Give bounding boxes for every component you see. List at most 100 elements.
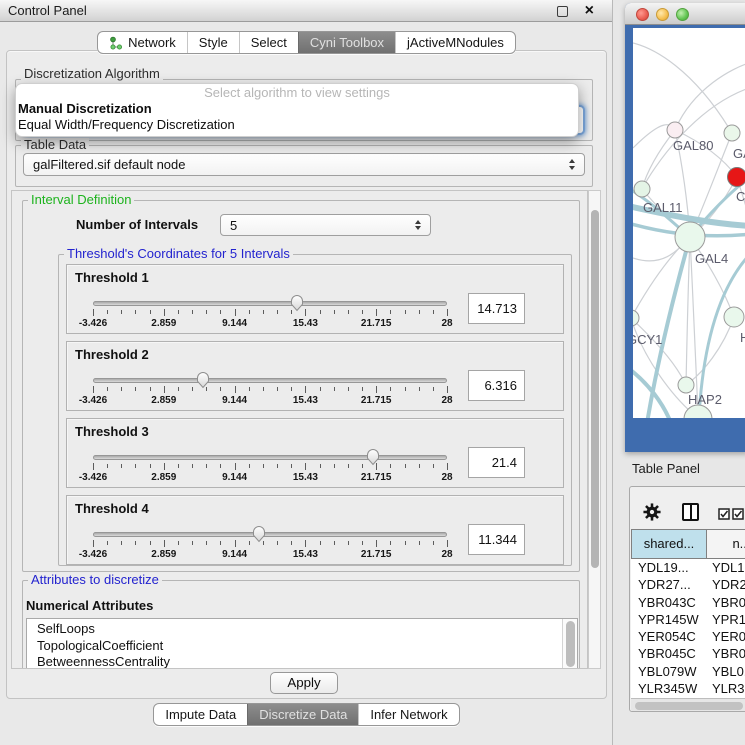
node-label: C: [736, 189, 745, 204]
table-row[interactable]: YBR043CYBR0...: [631, 594, 745, 611]
stepper-arrows-icon: [567, 154, 577, 175]
table-cell-shared-name: YER054C: [631, 628, 705, 645]
node-gcy1: [633, 310, 639, 326]
minor-tick: [348, 310, 349, 314]
column-header-shared-name[interactable]: shared...: [631, 529, 707, 559]
slider-track[interactable]: [93, 378, 447, 383]
threshold-value-field[interactable]: 6.316: [468, 370, 525, 401]
attribute-list-item[interactable]: BetweennessCentrality: [27, 654, 577, 669]
table-row[interactable]: YDL19...YDL1...: [631, 559, 745, 576]
table-row[interactable]: YBL079WYBL0...: [631, 663, 745, 680]
close-traffic-light-icon[interactable]: [636, 8, 649, 21]
network-canvas[interactable]: GAL80 GA C GAL11 GAL4 GCY1 H HAP2: [633, 28, 745, 418]
minor-tick: [263, 310, 264, 314]
settings-vertical-scrollbar[interactable]: [588, 190, 601, 669]
tick-label: 21.715: [361, 549, 392, 560]
table-row[interactable]: YLR345WYLR3...: [631, 680, 745, 697]
control-panel-window: Control Panel × NetworkStyleSelectCyni T…: [0, 0, 613, 745]
attribute-list-item[interactable]: TopologicalCoefficient: [27, 638, 577, 655]
tab-discretize-data[interactable]: Discretize Data: [247, 704, 358, 725]
checkbox-icons[interactable]: [718, 508, 744, 520]
slider-thumb[interactable]: [251, 523, 267, 543]
attribute-list-item[interactable]: SelfLoops: [27, 621, 577, 638]
threshold-value-field[interactable]: 11.344: [468, 524, 525, 555]
scrollbar-thumb[interactable]: [635, 702, 743, 710]
attributes-list-scrollbar[interactable]: [562, 619, 577, 669]
minor-tick: [277, 310, 278, 314]
algorithm-group-title: Discretization Algorithm: [21, 67, 163, 81]
network-icon: [109, 36, 123, 50]
apply-button[interactable]: Apply: [270, 672, 338, 694]
minor-tick: [419, 541, 420, 545]
threshold-value-field[interactable]: 14.713: [468, 293, 525, 324]
tab-label: Style: [199, 32, 228, 53]
numerical-attributes-list[interactable]: SelfLoopsTopologicalCoefficientBetweenne…: [26, 618, 578, 669]
slider-track[interactable]: [93, 532, 447, 537]
column-header-name[interactable]: n...: [707, 529, 745, 559]
table-row[interactable]: YDR27...YDR2...: [631, 576, 745, 593]
table-row[interactable]: YER054CYER0...: [631, 628, 745, 645]
minor-tick: [206, 464, 207, 468]
tab-style[interactable]: Style: [187, 32, 239, 53]
table-horizontal-scrollbar[interactable]: [631, 698, 745, 711]
slider-thumb[interactable]: [365, 446, 381, 466]
num-intervals-label: Number of Intervals: [76, 217, 198, 232]
interval-definition-title: Interval Definition: [28, 193, 134, 207]
tick-label: 9.144: [222, 472, 247, 483]
minor-tick: [362, 387, 363, 391]
minor-tick: [107, 310, 108, 314]
screen: Control Panel × NetworkStyleSelectCyni T…: [0, 0, 745, 745]
scrollbar-thumb[interactable]: [591, 210, 599, 568]
minor-tick: [135, 387, 136, 391]
minor-tick: [220, 387, 221, 391]
tick-label: 15.43: [293, 549, 318, 560]
scrollbar-thumb[interactable]: [566, 621, 575, 667]
node-label: GAL4: [695, 251, 728, 266]
minimize-traffic-light-icon[interactable]: [656, 8, 669, 21]
tick-label: 15.43: [293, 318, 318, 329]
minor-tick: [348, 541, 349, 545]
minor-tick: [249, 310, 250, 314]
tab-network[interactable]: Network: [98, 32, 187, 53]
dropdown-option-manual[interactable]: Manual Discretization: [16, 101, 578, 117]
float-window-icon[interactable]: [557, 6, 568, 17]
node-label: GA: [733, 146, 745, 161]
tab-jactivemnodules[interactable]: jActiveMNodules: [395, 32, 515, 53]
threshold-panel-4: Threshold 4-3.4262.8599.14415.4321.71528…: [66, 495, 564, 565]
table-row[interactable]: YBR045CYBR0...: [631, 645, 745, 662]
tab-infer-network[interactable]: Infer Network: [358, 704, 458, 725]
minor-tick: [150, 541, 151, 545]
node-gal4: [675, 222, 705, 252]
slider-track[interactable]: [93, 455, 447, 460]
node-gal11: [634, 181, 650, 197]
minor-tick: [405, 464, 406, 468]
minor-tick: [178, 464, 179, 468]
minor-tick: [192, 464, 193, 468]
zoom-traffic-light-icon[interactable]: [676, 8, 689, 21]
table-cell-shared-name: YDL19...: [631, 559, 705, 576]
minor-tick: [433, 310, 434, 314]
slider-thumb[interactable]: [195, 369, 211, 389]
gear-icon[interactable]: [643, 503, 661, 521]
tab-impute-data[interactable]: Impute Data: [154, 704, 247, 725]
num-intervals-combobox[interactable]: 5: [220, 214, 431, 236]
column-layout-icon[interactable]: [682, 503, 699, 521]
attribute-items: SelfLoopsTopologicalCoefficientBetweenne…: [27, 619, 577, 669]
threshold-value-field[interactable]: 21.4: [468, 447, 525, 478]
major-tick: [164, 386, 165, 393]
tab-cyni-toolbox[interactable]: Cyni Toolbox: [298, 32, 395, 53]
table-cell-name: YBR0...: [705, 645, 745, 662]
node-label: GCY1: [633, 332, 662, 347]
minor-tick: [362, 541, 363, 545]
settings-viewport: Interval Definition Number of Intervals …: [11, 190, 588, 669]
threshold-label: Threshold 1: [75, 270, 149, 285]
slider-thumb[interactable]: [289, 292, 305, 312]
table-row[interactable]: YPR145WYPR1...: [631, 611, 745, 628]
dropdown-option-equal-width[interactable]: Equal Width/Frequency Discretization: [16, 117, 578, 133]
stepper-arrows-icon: [413, 215, 423, 235]
tab-label: Infer Network: [370, 704, 447, 725]
slider-track[interactable]: [93, 301, 447, 306]
table-data-combobox[interactable]: galFiltered.sif default node: [23, 153, 585, 176]
close-icon[interactable]: ×: [585, 1, 594, 21]
tab-select[interactable]: Select: [239, 32, 298, 53]
